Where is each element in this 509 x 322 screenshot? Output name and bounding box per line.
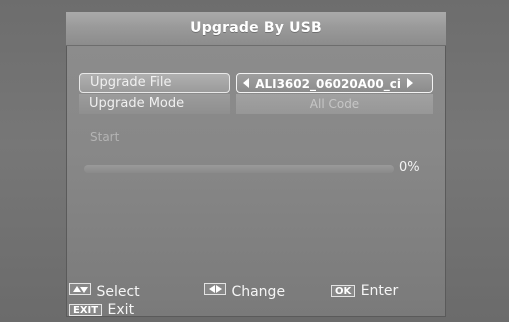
upgrade-dialog: Upgrade By USB Upgrade File ALI3602_0602…: [66, 12, 446, 317]
help-select: Select: [69, 283, 140, 300]
help-change: Change: [204, 283, 285, 300]
progress-percentage: 0%: [399, 160, 420, 175]
help-exit: EXIT Exit: [69, 302, 134, 318]
help-select-label: Select: [96, 284, 140, 300]
upgrade-mode-value[interactable]: All Code: [236, 94, 433, 114]
dialog-title: Upgrade By USB: [190, 20, 322, 36]
upgrade-mode-row[interactable]: Upgrade Mode All Code: [79, 94, 433, 114]
left-arrow-icon[interactable]: [243, 77, 249, 88]
upgrade-file-selector[interactable]: ALI3602_06020A00_ci: [236, 73, 433, 93]
leftright-key-icon: [204, 283, 226, 295]
right-arrow-icon[interactable]: [407, 77, 414, 88]
help-enter: OK Enter: [331, 283, 398, 299]
upgrade-mode-label: Upgrade Mode: [79, 94, 230, 114]
start-item[interactable]: Start: [90, 130, 119, 144]
help-change-label: Change: [231, 284, 286, 300]
upgrade-file-label: Upgrade File: [79, 73, 230, 93]
ok-key-icon: OK: [331, 285, 356, 297]
dialog-title-bar: Upgrade By USB: [66, 12, 446, 46]
upgrade-file-row[interactable]: Upgrade File ALI3602_06020A00_ci: [79, 73, 433, 93]
upgrade-file-value: ALI3602_06020A00_ci: [255, 76, 401, 91]
progress-row: 0%: [84, 160, 429, 176]
help-exit-label: Exit: [107, 302, 135, 318]
exit-key-icon: EXIT: [69, 304, 103, 316]
help-enter-label: Enter: [360, 283, 399, 299]
progress-track: [84, 165, 394, 173]
updown-key-icon: [69, 283, 91, 295]
